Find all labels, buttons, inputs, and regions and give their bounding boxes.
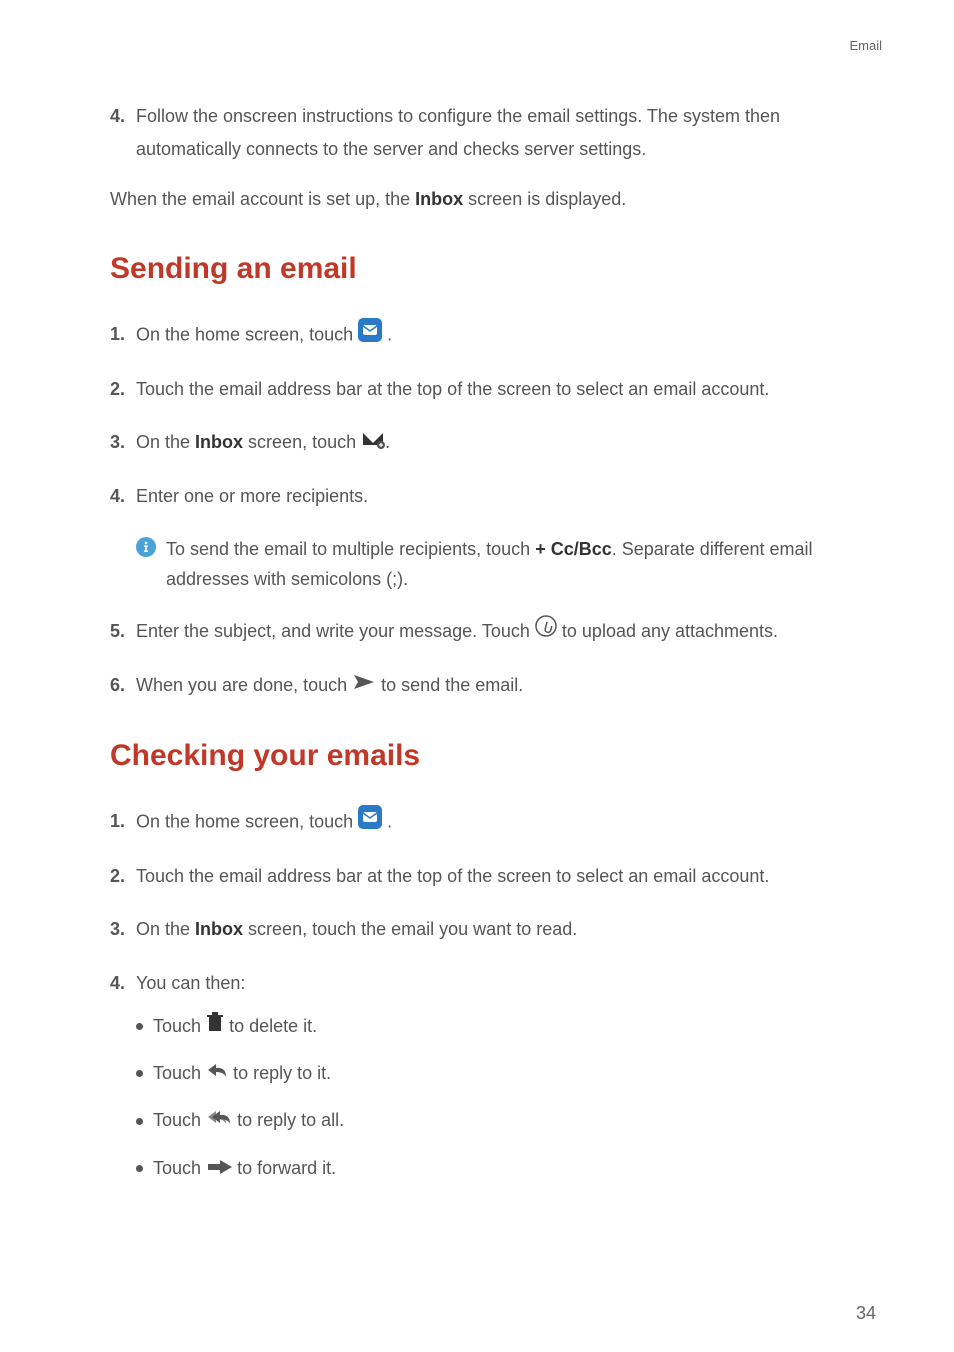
checking-s1-number: 1. — [110, 805, 136, 840]
bullet-reply-all-pre: Touch — [153, 1104, 201, 1137]
checking-s3-text: On the Inbox screen, touch the email you… — [136, 913, 854, 946]
sending-info-bold: + Cc/Bcc — [535, 539, 612, 559]
sending-s1-text: On the home screen, touch . — [136, 318, 854, 353]
bullet-reply: Touch to reply to it. — [136, 1057, 854, 1090]
sending-s6-post: to send the email. — [381, 675, 523, 695]
checking-s1-post: . — [387, 811, 392, 831]
sending-s1-post: . — [387, 324, 392, 344]
sending-info-pre: To send the email to multiple recipients… — [166, 539, 535, 559]
sending-s2-text: Touch the email address bar at the top o… — [136, 373, 854, 406]
intro-closing-bold: Inbox — [415, 189, 463, 209]
reply-all-icon — [206, 1104, 232, 1137]
bullet-delete-pre: Touch — [153, 1010, 201, 1043]
sending-s5-post: to upload any attachments. — [562, 621, 778, 641]
info-icon — [136, 536, 156, 567]
bullet-reply-post: to reply to it. — [233, 1057, 331, 1090]
sending-s1-pre: On the home screen, touch — [136, 324, 358, 344]
sending-s3-number: 3. — [110, 426, 136, 460]
checking-s4-text: You can then: — [136, 967, 854, 1000]
bullet-forward-pre: Touch — [153, 1152, 201, 1185]
intro-step4-number: 4. — [110, 100, 136, 167]
email-app-icon — [358, 805, 382, 840]
checking-s1-pre: On the home screen, touch — [136, 811, 358, 831]
bullet-dot — [136, 1070, 143, 1077]
checking-s2-number: 2. — [110, 860, 136, 893]
sending-s3-pre: On the — [136, 432, 195, 452]
bullet-forward-post: to forward it. — [237, 1152, 336, 1185]
sending-s6-pre: When you are done, touch — [136, 675, 352, 695]
sending-s4-number: 4. — [110, 480, 136, 513]
attachment-icon — [535, 615, 557, 648]
email-app-icon — [358, 318, 382, 353]
checking-s3-post: screen, touch the email you want to read… — [243, 919, 577, 939]
checking-s3-pre: On the — [136, 919, 195, 939]
bullet-dot — [136, 1165, 143, 1172]
reply-icon — [206, 1057, 228, 1090]
checking-heading: Checking your emails — [110, 739, 854, 773]
bullet-delete-post: to delete it. — [229, 1010, 317, 1043]
bullet-delete: Touch to delete it. — [136, 1010, 854, 1043]
sending-s3-text: On the Inbox screen, touch . — [136, 426, 854, 460]
checking-s4-number: 4. — [110, 967, 136, 1000]
sending-s5-number: 5. — [110, 615, 136, 649]
page-header-category: Email — [849, 38, 882, 53]
intro-closing: When the email account is set up, the In… — [110, 183, 854, 216]
bullet-forward: Touch to forward it. — [136, 1152, 854, 1185]
intro-step4-text: Follow the onscreen instructions to conf… — [136, 100, 854, 167]
page-number: 34 — [856, 1303, 876, 1324]
compose-icon — [361, 427, 385, 460]
sending-s4-text: Enter one or more recipients. — [136, 480, 854, 513]
checking-s3-bold: Inbox — [195, 919, 243, 939]
sending-s3-bold: Inbox — [195, 432, 243, 452]
checking-s2-text: Touch the email address bar at the top o… — [136, 860, 854, 893]
sending-s6-number: 6. — [110, 669, 136, 703]
trash-icon — [206, 1010, 224, 1043]
checking-s3-number: 3. — [110, 913, 136, 946]
sending-info-note: To send the email to multiple recipients… — [136, 534, 854, 595]
sending-s3-post: . — [385, 432, 390, 452]
sending-s1-number: 1. — [110, 318, 136, 353]
bullet-reply-all-post: to reply to all. — [237, 1104, 344, 1137]
sending-s2-number: 2. — [110, 373, 136, 406]
checking-s1-text: On the home screen, touch . — [136, 805, 854, 840]
intro-closing-pre: When the email account is set up, the — [110, 189, 415, 209]
sending-s3-mid: screen, touch — [243, 432, 361, 452]
forward-icon — [206, 1152, 232, 1185]
send-icon — [352, 669, 376, 702]
sending-s6-text: When you are done, touch to send the ema… — [136, 669, 854, 703]
intro-closing-post: screen is displayed. — [463, 189, 626, 209]
bullet-dot — [136, 1118, 143, 1125]
sending-heading: Sending an email — [110, 252, 854, 286]
sending-s5-text: Enter the subject, and write your messag… — [136, 615, 854, 649]
bullet-reply-pre: Touch — [153, 1057, 201, 1090]
sending-s5-pre: Enter the subject, and write your messag… — [136, 621, 535, 641]
bullet-reply-all: Touch to reply to all. — [136, 1104, 854, 1137]
bullet-dot — [136, 1023, 143, 1030]
